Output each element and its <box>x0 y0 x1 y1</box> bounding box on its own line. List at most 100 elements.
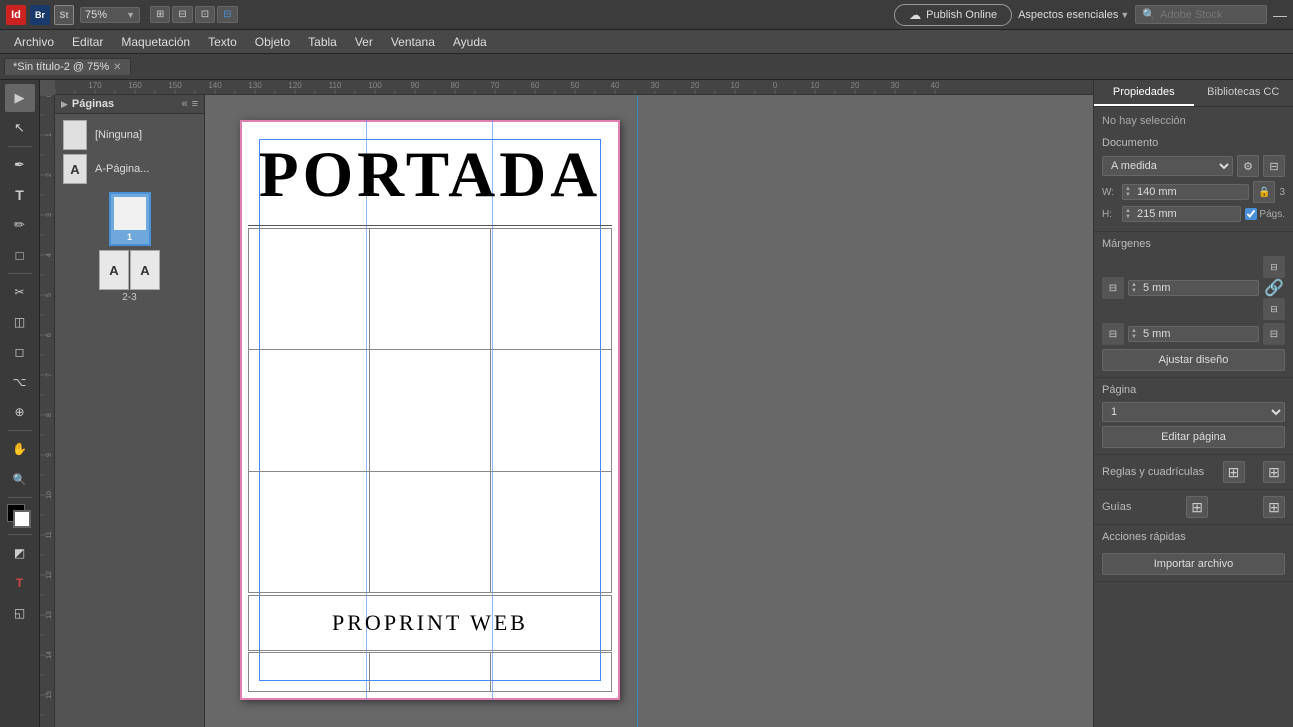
svg-text:90: 90 <box>411 81 420 90</box>
hand-tool[interactable]: ✋ <box>5 435 35 463</box>
spread-page-2-thumb[interactable]: A <box>99 250 129 290</box>
master-thumb[interactable]: A <box>63 154 87 184</box>
margin-link-icon[interactable]: 🔗 <box>1264 278 1284 298</box>
doc-options-btn[interactable]: ⚙ <box>1237 155 1259 177</box>
menu-texto[interactable]: Texto <box>200 33 245 51</box>
height-stepper[interactable]: ▲ ▼ 215 mm <box>1122 206 1241 222</box>
view-mode-btn-2[interactable]: ⊟ <box>172 6 192 23</box>
w-stepper-arrows[interactable]: ▲ ▼ <box>1123 186 1133 198</box>
margin-bottom-stepper[interactable]: ▲ ▼ 5 mm <box>1128 326 1259 342</box>
minimize-icon[interactable]: — <box>1273 7 1287 23</box>
svg-text:10: 10 <box>811 81 820 90</box>
zoom-control[interactable]: 75% ▼ <box>80 7 140 23</box>
acciones-section: Acciones rápidas Importar archivo <box>1094 525 1293 582</box>
menu-maquetacion[interactable]: Maquetación <box>113 33 198 51</box>
h-label: H: <box>1102 209 1118 220</box>
pages-panel-header: ▶ Páginas « ≡ <box>55 95 204 114</box>
search-bar[interactable]: 🔍 <box>1135 5 1267 24</box>
master-row: A A-Página... <box>63 154 196 184</box>
pencil-icon: ✏ <box>14 217 25 233</box>
publish-online-button[interactable]: ☁ Publish Online <box>894 4 1012 26</box>
svg-text:12: 12 <box>46 571 53 579</box>
guias-icon-btn2[interactable]: ⊞ <box>1263 496 1285 518</box>
zoom-chevron-icon: ▼ <box>126 10 135 20</box>
doc-layout-btn[interactable]: ⊟ <box>1263 155 1285 177</box>
width-stepper[interactable]: ▲ ▼ 140 mm <box>1122 184 1249 200</box>
ajustar-diseno-btn[interactable]: Ajustar diseño <box>1102 349 1285 371</box>
eyedropper-tool[interactable]: ⌥ <box>5 368 35 396</box>
app-icons: Id Br St <box>6 5 74 25</box>
svg-text:0: 0 <box>46 95 53 97</box>
note-tool[interactable]: ◻ <box>5 338 35 366</box>
type-tool[interactable]: T <box>5 181 35 209</box>
h-arrow-down[interactable]: ▼ <box>1125 214 1131 220</box>
mb-arrows[interactable]: ▲ ▼ <box>1129 328 1139 340</box>
zoom-tool[interactable]: 🔍 <box>5 465 35 493</box>
importar-archivo-btn[interactable]: Importar archivo <box>1102 553 1285 575</box>
properties-tab[interactable]: Propiedades <box>1094 80 1194 106</box>
documento-label: Documento <box>1102 137 1285 149</box>
rectangle-tool[interactable]: □ <box>5 241 35 269</box>
pages-menu-icon[interactable]: ≡ <box>192 98 198 110</box>
editar-pagina-btn[interactable]: Editar página <box>1102 426 1285 448</box>
gradient-tool[interactable]: ◫ <box>5 308 35 336</box>
workspace-selector[interactable]: Aspectos esenciales ▼ <box>1018 9 1129 21</box>
libraries-tab[interactable]: Bibliotecas CC <box>1194 80 1293 106</box>
view-mode-btn-4[interactable]: ⊟ <box>217 6 237 23</box>
selection-tool[interactable]: ▶ <box>5 84 35 112</box>
view-icons: ⊞ ⊟ ⊡ ⊟ <box>150 6 238 23</box>
w-lock-btn[interactable]: 🔒 <box>1253 181 1275 203</box>
doc-size-select[interactable]: A medida <box>1102 156 1233 176</box>
mt-down[interactable]: ▼ <box>1131 288 1137 294</box>
reglas-icon-btn2[interactable]: ⊞ <box>1263 461 1285 483</box>
hand-icon: ✋ <box>12 442 27 456</box>
margin-top-value: 5 mm <box>1139 281 1258 295</box>
menu-objeto[interactable]: Objeto <box>247 33 298 51</box>
page-1-thumb[interactable]: 1 <box>109 192 151 246</box>
slice-tool[interactable]: ◱ <box>5 599 35 627</box>
pages-label: Págs. <box>1259 209 1285 220</box>
ruler-left: 0 1 2 3 4 5 6 7 8 9 10 11 12 13 14 15 16 <box>40 95 55 727</box>
stroke-color[interactable] <box>13 510 31 528</box>
measure-icon: ⊕ <box>14 405 24 419</box>
view-mode-btn-3[interactable]: ⊡ <box>195 6 215 23</box>
preview-tool[interactable]: T <box>5 569 35 597</box>
menu-archivo[interactable]: Archivo <box>6 33 62 51</box>
margin-top-stepper[interactable]: ▲ ▼ 5 mm <box>1128 280 1259 296</box>
pages-collapse-icon[interactable]: « <box>181 98 187 110</box>
guias-row: Guías ⊞ ⊞ <box>1102 496 1285 518</box>
guias-icon-btn[interactable]: ⊞ <box>1186 496 1208 518</box>
mb-down[interactable]: ▼ <box>1131 334 1137 340</box>
margin-top-row: ⊟ ▲ ▼ 5 mm ⊟ 🔗 ⊟ <box>1102 256 1285 320</box>
menu-editar[interactable]: Editar <box>64 33 111 51</box>
svg-text:160: 160 <box>128 81 142 90</box>
mt-arrows[interactable]: ▲ ▼ <box>1129 282 1139 294</box>
reglas-icon-btn[interactable]: ⊞ <box>1223 461 1245 483</box>
direct-selection-tool[interactable]: ↖ <box>5 114 35 142</box>
document-tab[interactable]: *Sin título-2 @ 75% ✕ <box>4 58 131 75</box>
pages-checkbox[interactable] <box>1245 208 1257 220</box>
canvas-area[interactable]: PORTADA <box>205 95 1093 727</box>
spread-page-3-thumb[interactable]: A <box>130 250 160 290</box>
scissors-tool[interactable]: ✂ <box>5 278 35 306</box>
measure-tool[interactable]: ⊕ <box>5 398 35 426</box>
svg-text:10: 10 <box>731 81 740 90</box>
menu-tabla[interactable]: Tabla <box>300 33 345 51</box>
view-mode-btn-1[interactable]: ⊞ <box>150 6 170 23</box>
menu-ver[interactable]: Ver <box>347 33 381 51</box>
search-input[interactable] <box>1160 9 1260 21</box>
svg-text:80: 80 <box>451 81 460 90</box>
menu-ayuda[interactable]: Ayuda <box>445 33 495 51</box>
h-stepper-arrows[interactable]: ▲ ▼ <box>1123 208 1133 220</box>
proprint-text: PROPRINT WEB <box>332 610 528 636</box>
page-number-select[interactable]: 1 <box>1102 402 1285 422</box>
pen-tool[interactable]: ✒ <box>5 151 35 179</box>
pencil-tool[interactable]: ✏ <box>5 211 35 239</box>
format-apply-tool[interactable]: ◩ <box>5 539 35 567</box>
none-thumb[interactable] <box>63 120 87 150</box>
pages-panel-arrow-icon: ▶ <box>61 99 68 110</box>
tab-close-icon[interactable]: ✕ <box>113 62 121 73</box>
menu-ventana[interactable]: Ventana <box>383 33 443 51</box>
svg-text:30: 30 <box>651 81 660 90</box>
w-arrow-down[interactable]: ▼ <box>1125 192 1131 198</box>
